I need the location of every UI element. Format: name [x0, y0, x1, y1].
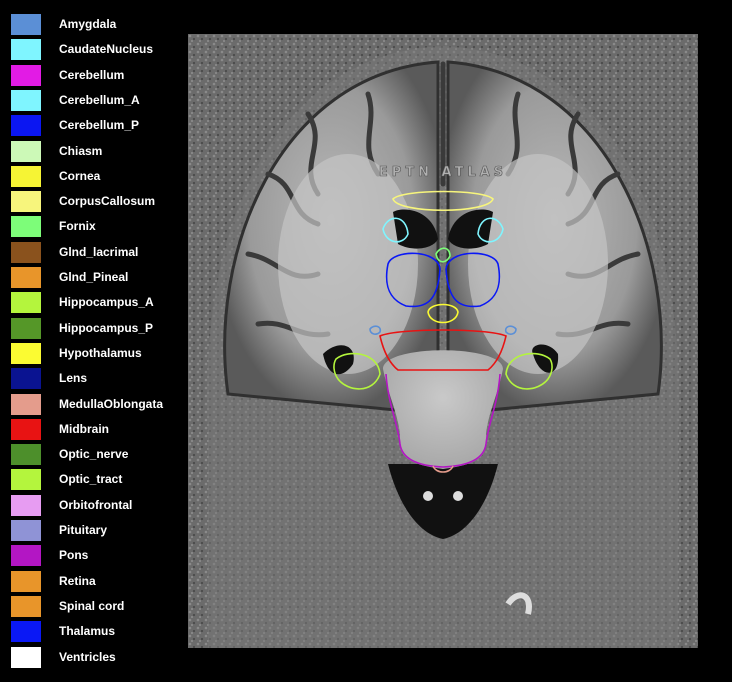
legend-label: Ventricles	[59, 649, 116, 664]
legend-item: Thalamus	[11, 621, 181, 646]
legend-item: Amygdala	[11, 14, 181, 39]
legend-label: Glnd_Pineal	[59, 270, 129, 284]
legend-label: Spinal cord	[59, 598, 125, 613]
legend-swatch	[11, 165, 41, 187]
legend-swatch	[11, 469, 41, 491]
legend-swatch	[11, 570, 41, 592]
legend-swatch	[11, 14, 41, 35]
legend-item: Spinal cord	[11, 595, 181, 621]
legend-item: CorpusCallosum	[11, 191, 181, 216]
legend-item: Hippocampus_A	[11, 292, 181, 317]
legend-swatch	[11, 545, 41, 567]
legend-label: Chiasm	[59, 143, 103, 158]
legend-label: Orbitofrontal	[59, 497, 133, 512]
legend-swatch	[11, 292, 41, 314]
legend-item: Cerebellum_A	[11, 89, 181, 115]
legend-label: Lens	[59, 371, 88, 386]
legend-label: MedullaOblongata	[59, 396, 164, 411]
legend-item: Optic_nerve	[11, 444, 181, 469]
legend-swatch	[11, 646, 41, 668]
legend-swatch	[11, 520, 41, 541]
legend-item: Orbitofrontal	[11, 494, 181, 520]
legend-label: CorpusCallosum	[59, 194, 156, 209]
legend-swatch	[11, 418, 41, 440]
legend-swatch	[11, 267, 41, 288]
vessel-left	[423, 491, 433, 501]
legend-item: Glnd_lacrimal	[11, 241, 181, 267]
legend-swatch	[11, 216, 41, 238]
legend-swatch	[11, 115, 41, 137]
legend-label: Cerebellum_A	[59, 92, 140, 107]
legend-label: CaudateNucleus	[59, 42, 154, 57]
legend-label: Optic_tract	[59, 472, 123, 487]
legend-swatch	[11, 368, 41, 390]
legend-label: Hippocampus_A	[59, 295, 154, 310]
legend-swatch	[11, 494, 41, 516]
legend-item: Cornea	[11, 165, 181, 191]
legend-label: Fornix	[59, 219, 96, 234]
legend-item: Glnd_Pineal	[11, 267, 181, 292]
legend-item: Hippocampus_P	[11, 317, 181, 343]
legend-swatch	[11, 140, 41, 162]
legend-label: Optic_nerve	[59, 447, 129, 462]
legend-item: Ventricles	[11, 646, 181, 672]
legend-item: Midbrain	[11, 418, 181, 444]
legend-label: Pituitary	[59, 523, 108, 537]
legend-label: Midbrain	[59, 421, 109, 436]
legend-item: Chiasm	[11, 140, 181, 166]
watermark-text: EPTN ATLAS	[379, 165, 507, 180]
legend-swatch	[11, 89, 41, 111]
mri-image: EPTN ATLAS	[188, 34, 698, 648]
legend-label: Cerebellum	[59, 67, 125, 82]
legend-label: Amygdala	[59, 17, 117, 31]
legend-item: Pons	[11, 545, 181, 570]
legend-item: Retina	[11, 570, 181, 596]
legend-label: Thalamus	[59, 624, 116, 639]
mri-coronal-scan: EPTN ATLAS	[188, 34, 698, 648]
legend-label: Hippocampus_P	[59, 320, 154, 335]
legend-item: Lens	[11, 368, 181, 393]
legend-swatch	[11, 241, 41, 263]
legend-swatch	[11, 317, 41, 339]
legend-item: Cerebellum_P	[11, 115, 181, 140]
legend-swatch	[11, 191, 41, 213]
legend-label: Pons	[59, 548, 89, 563]
legend-label: Hypothalamus	[59, 345, 142, 360]
legend-item: Optic_tract	[11, 469, 181, 494]
left-white-matter	[278, 154, 418, 374]
legend-item: Fornix	[11, 216, 181, 241]
legend-label: Cornea	[59, 168, 101, 183]
legend-swatch	[11, 595, 41, 617]
legend-item: CaudateNucleus	[11, 39, 181, 64]
right-white-matter	[468, 154, 608, 374]
legend-label: Cerebellum_P	[59, 118, 140, 133]
legend-swatch	[11, 39, 41, 61]
legend-item: Cerebellum	[11, 64, 181, 90]
legend-item: Pituitary	[11, 520, 181, 545]
legend-swatch	[11, 342, 41, 364]
legend-item: MedullaOblongata	[11, 393, 181, 419]
vessel-right	[453, 491, 463, 501]
legend-swatch	[11, 621, 41, 643]
legend-swatch	[11, 444, 41, 466]
legend-label: Glnd_lacrimal	[59, 244, 139, 259]
legend-swatch	[11, 393, 41, 415]
legend-label: Retina	[59, 573, 96, 588]
legend-swatch	[11, 64, 41, 86]
legend-item: Hypothalamus	[11, 342, 181, 368]
